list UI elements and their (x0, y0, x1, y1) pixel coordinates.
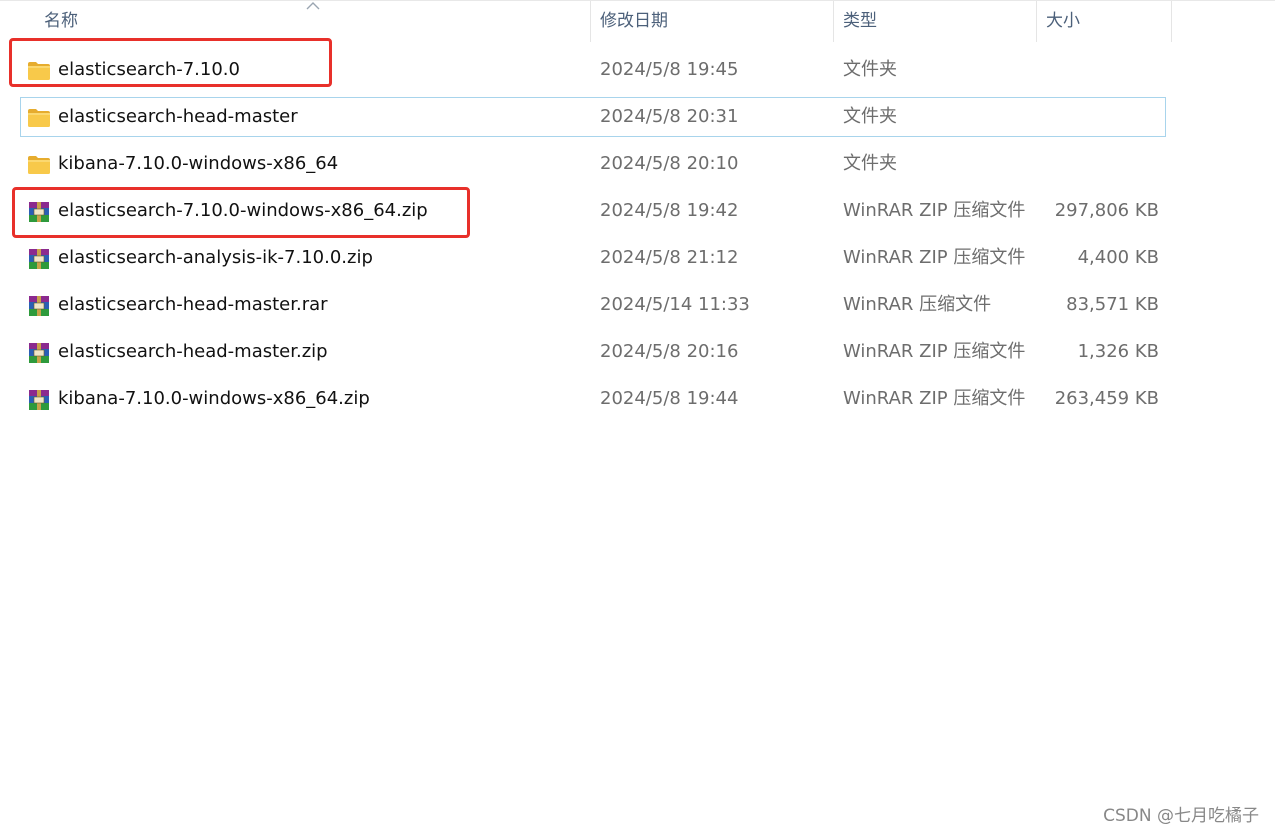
column-header-name[interactable]: 名称 (34, 1, 591, 42)
file-type: WinRAR ZIP 压缩文件 (843, 388, 1026, 409)
file-type: 文件夹 (843, 153, 897, 174)
file-date-modified: 2024/5/8 21:12 (600, 247, 739, 268)
winrar-archive-icon (29, 390, 49, 410)
column-header-date-modified[interactable]: 修改日期 (590, 1, 834, 42)
file-type: WinRAR ZIP 压缩文件 (843, 200, 1026, 221)
file-type: 文件夹 (843, 59, 897, 80)
file-row[interactable]: elasticsearch-analysis-ik-7.10.0.zip 202… (20, 238, 1166, 278)
file-date-modified: 2024/5/8 19:45 (600, 59, 739, 80)
column-header-size[interactable]: 大小 (1036, 1, 1172, 42)
file-row[interactable]: kibana-7.10.0-windows-x86_64 2024/5/8 20… (20, 144, 1166, 184)
file-date-modified: 2024/5/8 20:31 (600, 106, 739, 127)
file-size: 1,326 KB (1077, 341, 1159, 362)
file-type: 文件夹 (843, 106, 897, 127)
file-name: kibana-7.10.0-windows-x86_64.zip (58, 388, 370, 409)
column-header-type[interactable]: 类型 (833, 1, 1037, 42)
file-size: 4,400 KB (1077, 247, 1159, 268)
file-name: elasticsearch-analysis-ik-7.10.0.zip (58, 247, 373, 268)
file-row[interactable]: elasticsearch-7.10.0 2024/5/8 19:45 文件夹 (20, 50, 1166, 90)
file-row[interactable]: elasticsearch-head-master 2024/5/8 20:31… (20, 97, 1166, 137)
file-type: WinRAR 压缩文件 (843, 294, 992, 315)
file-explorer-window: 名称 修改日期 类型 大小 elasticsearch-7.10.0 2024/… (0, 0, 1275, 834)
file-date-modified: 2024/5/8 19:42 (600, 200, 739, 221)
file-name: elasticsearch-7.10.0-windows-x86_64.zip (58, 200, 428, 221)
folder-icon (28, 109, 50, 127)
file-date-modified: 2024/5/8 20:10 (600, 153, 739, 174)
file-date-modified: 2024/5/8 20:16 (600, 341, 739, 362)
file-type: WinRAR ZIP 压缩文件 (843, 341, 1026, 362)
file-row[interactable]: elasticsearch-7.10.0-windows-x86_64.zip … (20, 191, 1166, 231)
file-name: elasticsearch-7.10.0 (58, 59, 240, 80)
file-name: elasticsearch-head-master (58, 106, 298, 127)
watermark: CSDN @七月吃橘子 (1103, 806, 1259, 826)
file-size: 263,459 KB (1054, 388, 1159, 409)
file-row[interactable]: elasticsearch-head-master.rar 2024/5/14 … (20, 285, 1166, 325)
file-size: 297,806 KB (1054, 200, 1159, 221)
winrar-archive-icon (29, 343, 49, 363)
file-date-modified: 2024/5/14 11:33 (600, 294, 750, 315)
file-row[interactable]: elasticsearch-head-master.zip 2024/5/8 2… (20, 332, 1166, 372)
file-size: 83,571 KB (1066, 294, 1159, 315)
winrar-archive-icon (29, 249, 49, 269)
file-date-modified: 2024/5/8 19:44 (600, 388, 739, 409)
winrar-archive-icon (29, 296, 49, 316)
column-header-bar: 名称 修改日期 类型 大小 (0, 0, 1275, 43)
folder-icon (28, 62, 50, 80)
file-row[interactable]: kibana-7.10.0-windows-x86_64.zip 2024/5/… (20, 379, 1166, 419)
file-name: elasticsearch-head-master.zip (58, 341, 328, 362)
file-type: WinRAR ZIP 压缩文件 (843, 247, 1026, 268)
folder-icon (28, 156, 50, 174)
file-name: kibana-7.10.0-windows-x86_64 (58, 153, 339, 174)
file-name: elasticsearch-head-master.rar (58, 294, 328, 315)
winrar-archive-icon (29, 202, 49, 222)
